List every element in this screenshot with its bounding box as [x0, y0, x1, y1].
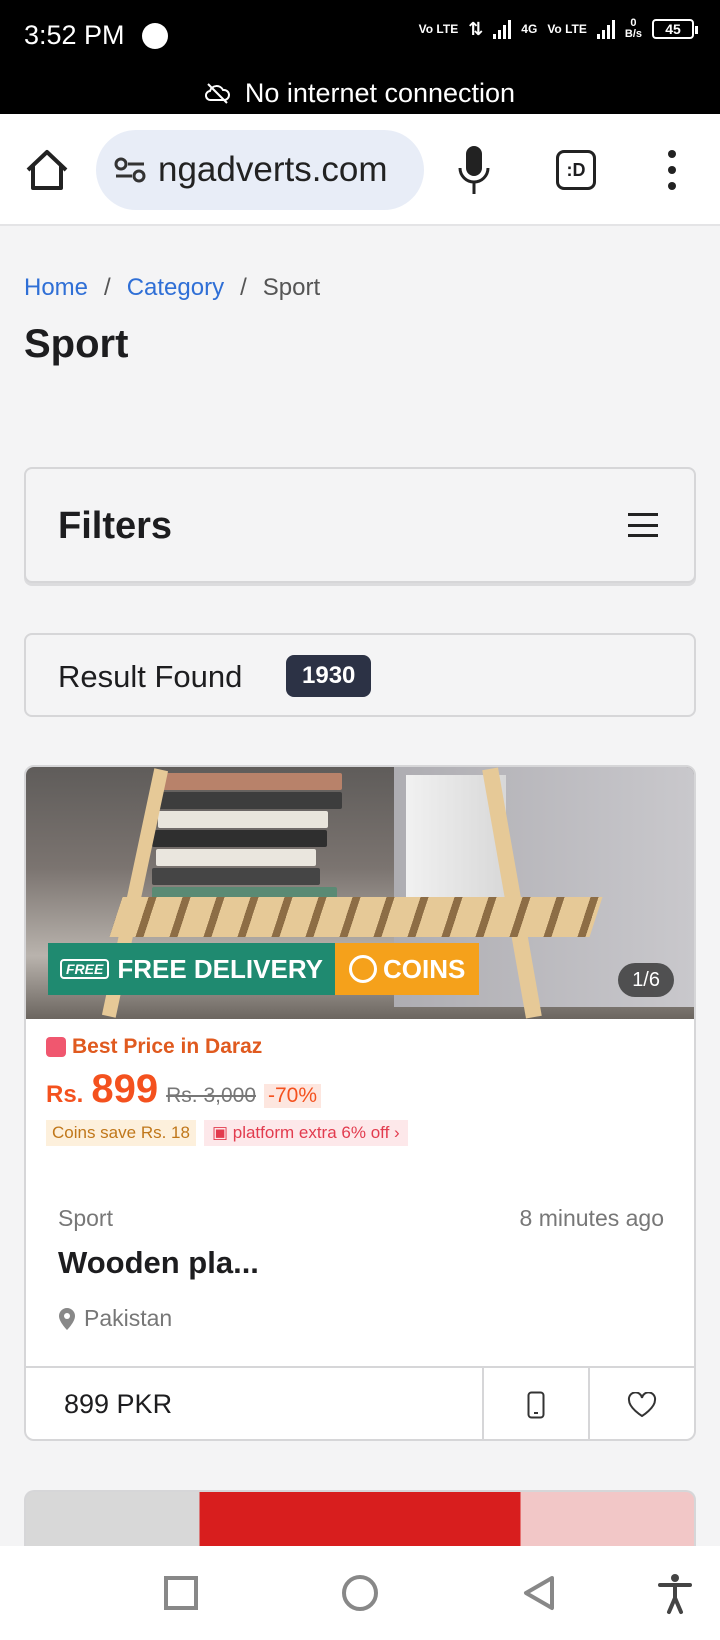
- listing-image[interactable]: FREE FREE DELIVERY COINS 1/6: [26, 767, 694, 1019]
- accessibility-icon[interactable]: [652, 1570, 698, 1616]
- listing-footer: 899 PKR: [26, 1366, 694, 1439]
- tag-icon: [46, 1037, 66, 1057]
- status-icons: Vo LTE ⇅ 4G Vo LTE 0 B/s 45: [418, 18, 698, 40]
- breadcrumb-home[interactable]: Home: [24, 274, 88, 302]
- favorite-button[interactable]: [588, 1368, 694, 1439]
- mic-icon[interactable]: [456, 144, 492, 196]
- breadcrumb-separator: /: [240, 274, 247, 301]
- square-icon[interactable]: [158, 1570, 204, 1616]
- price-currency: Rs.: [46, 1081, 84, 1108]
- system-nav-bar: [0, 1546, 720, 1640]
- listing-title[interactable]: Wooden pla...: [58, 1245, 259, 1281]
- net-speed: 0 B/s: [625, 18, 642, 40]
- results-summary: Result Found 1930: [24, 633, 696, 717]
- breadcrumb: Home / Category / Sport: [24, 274, 320, 302]
- best-price-tag: Best Price in Daraz: [46, 1035, 686, 1059]
- home-icon[interactable]: [24, 148, 70, 192]
- browser-toolbar: ngadverts.com :D: [0, 114, 720, 226]
- listing-price: 899 PKR: [64, 1389, 173, 1419]
- filters-panel[interactable]: Filters: [24, 467, 696, 583]
- filters-title: Filters: [58, 505, 173, 547]
- breadcrumb-category[interactable]: Category: [127, 274, 224, 302]
- promo-block: Best Price in Daraz Rs. 899 Rs. 3,000 -7…: [46, 1035, 686, 1146]
- url-text[interactable]: ngadverts.com: [158, 150, 388, 190]
- free-delivery-badge: FREE FREE DELIVERY: [48, 943, 335, 995]
- page-title: Sport: [24, 322, 129, 366]
- results-label: Result Found: [58, 659, 243, 694]
- price-discount: -70%: [264, 1084, 322, 1108]
- coin-icon: [348, 955, 377, 983]
- site-settings-icon[interactable]: [114, 157, 146, 183]
- platform-extra-text: platform extra 6% off: [232, 1123, 390, 1142]
- breadcrumb-current: Sport: [262, 274, 321, 301]
- status-time: 3:52 PM: [24, 20, 125, 50]
- network-type: 4G: [521, 22, 538, 36]
- more-vert-icon[interactable]: [664, 150, 680, 190]
- location-pin-icon: [59, 1307, 75, 1330]
- listing-category: Sport: [58, 1205, 113, 1231]
- listing-card[interactable]: FREE FREE DELIVERY COINS 1/6 Best Price …: [24, 765, 696, 1441]
- image-books: [152, 773, 362, 904]
- data-arrows-icon: ⇅: [468, 18, 484, 39]
- address-bar[interactable]: ngadverts.com: [96, 130, 424, 210]
- coins-badge: COINS: [334, 943, 480, 995]
- listing-location: Pakistan: [58, 1305, 172, 1332]
- price-row: Rs. 899 Rs. 3,000 -70%: [46, 1067, 686, 1112]
- volte-indicator: Vo LTE: [418, 22, 459, 36]
- free-delivery-text: FREE DELIVERY: [117, 953, 323, 984]
- triangle-back-icon[interactable]: [516, 1570, 562, 1616]
- volte-indicator-2: Vo LTE: [547, 22, 587, 36]
- signal-bars-2-icon: [596, 19, 615, 39]
- voucher-icon: ▣: [211, 1123, 233, 1142]
- circle-icon[interactable]: [337, 1570, 383, 1616]
- heart-icon: [627, 1391, 657, 1417]
- breadcrumb-separator: /: [104, 274, 111, 301]
- listing-card-next[interactable]: [24, 1490, 696, 1550]
- listing-posted-time: 8 minutes ago: [519, 1205, 664, 1231]
- notification-dot-icon: [142, 23, 168, 49]
- image-counter: 1/6: [618, 963, 674, 997]
- tab-switcher-icon[interactable]: :D: [556, 150, 596, 190]
- location-text: Pakistan: [84, 1305, 173, 1331]
- status-bar: 3:52 PM Vo LTE ⇅ 4G Vo LTE 0 B/s 45: [0, 0, 720, 72]
- hamburger-icon[interactable]: [628, 513, 658, 537]
- signal-bars-icon: [493, 19, 512, 39]
- offline-text: No internet connection: [244, 77, 516, 108]
- call-button[interactable]: [482, 1368, 588, 1439]
- phone-icon: [527, 1391, 545, 1418]
- coins-text: COINS: [382, 953, 466, 984]
- image-shelf: [109, 897, 603, 937]
- truck-icon: FREE: [60, 959, 110, 979]
- price-old: Rs. 3,000: [166, 1084, 256, 1107]
- coins-save-chip: Coins save Rs. 18: [46, 1120, 196, 1146]
- delivery-banner: FREE FREE DELIVERY COINS: [48, 943, 480, 995]
- offline-banner: No internet connection: [0, 72, 720, 114]
- best-price-text: Best Price in Daraz: [72, 1035, 263, 1058]
- battery-icon: 45: [652, 19, 698, 39]
- results-count-badge: 1930: [286, 655, 372, 697]
- platform-extra-chip: ▣ platform extra 6% off ›: [203, 1120, 408, 1146]
- cloud-off-icon: [204, 83, 230, 104]
- price-value: 899: [91, 1067, 159, 1111]
- net-speed-unit: B/s: [624, 28, 642, 40]
- promo-chips: Coins save Rs. 18 ▣ platform extra 6% of…: [46, 1120, 686, 1146]
- chevron-right-icon: ›: [389, 1123, 400, 1142]
